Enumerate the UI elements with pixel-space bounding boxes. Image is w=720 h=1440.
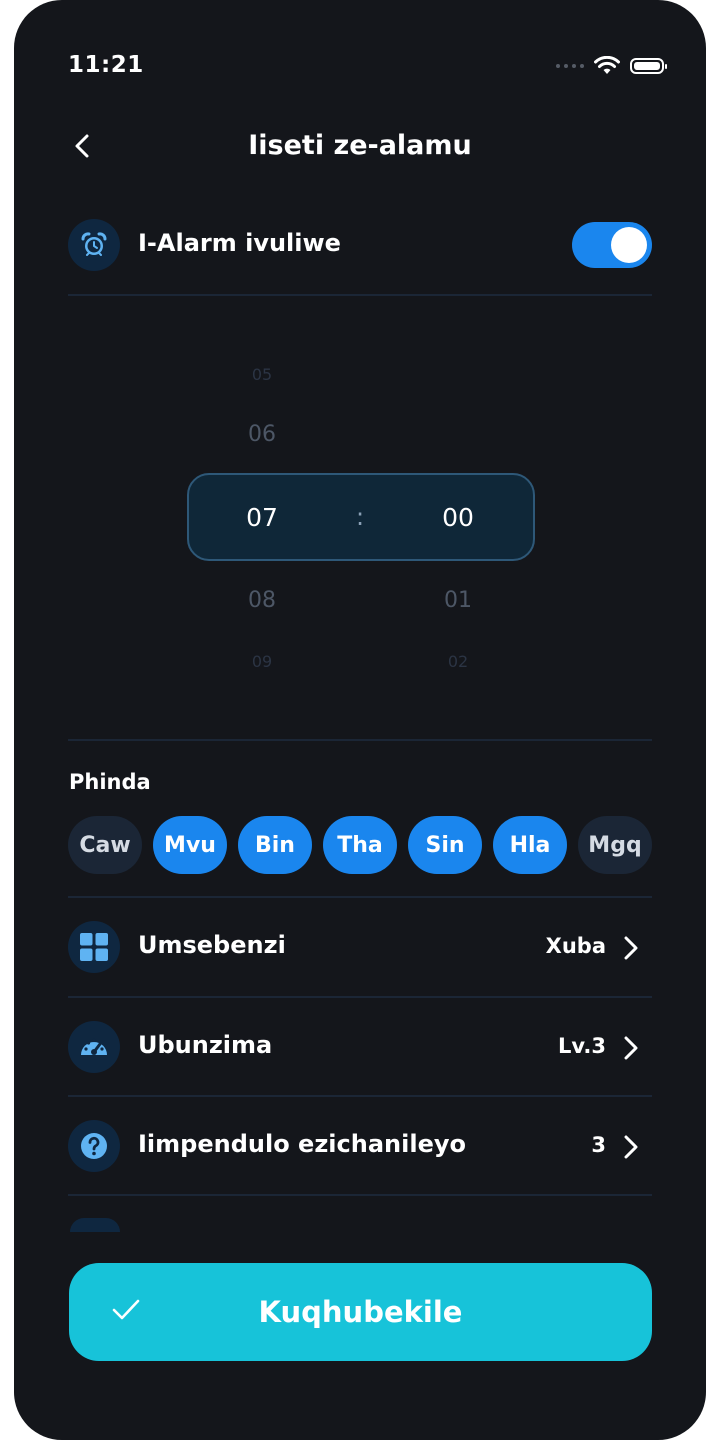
- status-icons: [556, 56, 667, 76]
- minute-option[interactable]: 02: [418, 652, 498, 671]
- page-title: Iiseti ze-alamu: [248, 130, 472, 161]
- selected-hour[interactable]: 07: [222, 503, 302, 532]
- selected-minute[interactable]: 00: [418, 503, 498, 532]
- toggle-knob: [611, 227, 647, 263]
- chevron-right-icon: [624, 1135, 638, 1159]
- status-time: 11:21: [68, 52, 144, 78]
- divider: [68, 896, 652, 898]
- alarm-toggle[interactable]: [572, 222, 652, 268]
- hour-option[interactable]: 06: [222, 422, 302, 447]
- day-chip-tha[interactable]: Tha: [323, 816, 397, 874]
- chevron-right-icon: [624, 1036, 638, 1060]
- setting-value: Lv.3: [558, 1034, 606, 1058]
- setting-value: 3: [591, 1133, 606, 1157]
- continue-button[interactable]: Kuqhubekile: [69, 1263, 652, 1361]
- hour-option[interactable]: 08: [222, 588, 302, 613]
- setting-label: Ubunzima: [138, 1031, 273, 1059]
- divider: [68, 739, 652, 741]
- divider: [68, 1194, 652, 1196]
- time-separator: :: [355, 503, 365, 531]
- grid-icon: [68, 921, 120, 973]
- checkmark-icon: [112, 1299, 140, 1320]
- hour-option[interactable]: 09: [222, 652, 302, 671]
- setting-value: Xuba: [545, 934, 606, 958]
- alarm-clock-icon: [68, 219, 120, 271]
- setting-row-task[interactable]: Umsebenzi Xuba: [68, 917, 652, 977]
- setting-label: Umsebenzi: [138, 931, 286, 959]
- speedometer-icon: [68, 1021, 120, 1073]
- signal-dots-icon: [556, 64, 584, 68]
- next-row-icon-peek: [70, 1218, 120, 1232]
- divider: [68, 1095, 652, 1097]
- setting-row-difficulty[interactable]: Ubunzima Lv.3: [68, 1017, 652, 1077]
- day-chip-caw[interactable]: Caw: [68, 816, 142, 874]
- chevron-right-icon: [624, 936, 638, 960]
- repeat-days: Caw Mvu Bin Tha Sin Hla Mgq: [68, 816, 652, 874]
- day-chip-hla[interactable]: Hla: [493, 816, 567, 874]
- divider: [68, 294, 652, 296]
- day-chip-mgq[interactable]: Mgq: [578, 816, 652, 874]
- setting-row-correct-answers[interactable]: Iimpendulo ezichanileyo 3: [68, 1116, 652, 1176]
- day-chip-bin[interactable]: Bin: [238, 816, 312, 874]
- wifi-icon: [594, 56, 620, 74]
- continue-label: Kuqhubekile: [258, 1295, 463, 1329]
- day-chip-sin[interactable]: Sin: [408, 816, 482, 874]
- battery-icon: [630, 58, 667, 74]
- question-icon: [68, 1120, 120, 1172]
- minute-option[interactable]: 01: [418, 588, 498, 613]
- day-chip-mvu[interactable]: Mvu: [153, 816, 227, 874]
- alarm-enabled-label: I-Alarm ivuliwe: [138, 229, 341, 257]
- setting-label: Iimpendulo ezichanileyo: [138, 1130, 466, 1158]
- divider: [68, 996, 652, 998]
- repeat-label: Phinda: [69, 770, 151, 794]
- hour-option[interactable]: 05: [222, 365, 302, 384]
